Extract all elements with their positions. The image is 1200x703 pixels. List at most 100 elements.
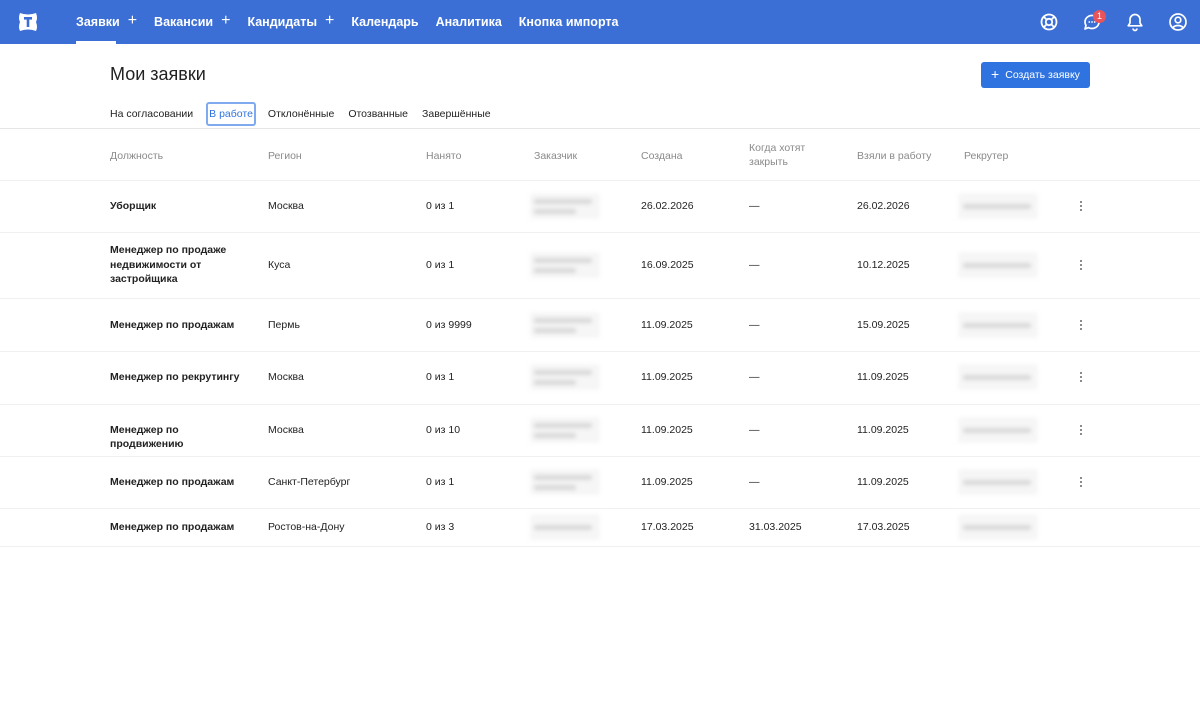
row-hired: 0 из 10 xyxy=(426,423,461,436)
row-customer-redacted xyxy=(530,417,600,443)
row-recruiter-redacted xyxy=(958,312,1038,338)
row-recruiter-redacted xyxy=(958,514,1038,540)
row-position: Менеджер по продажам xyxy=(110,475,235,488)
nav-item-calendar[interactable]: Календарь xyxy=(351,0,418,44)
add-candidate-icon[interactable]: + xyxy=(325,12,334,30)
row-more-actions-icon[interactable] xyxy=(1076,370,1086,384)
row-divider xyxy=(0,232,1200,233)
row-more-actions-icon[interactable] xyxy=(1076,258,1086,272)
row-created-date: 11.09.2025 xyxy=(641,318,693,331)
tab-pending-approval[interactable]: На согласовании xyxy=(110,105,193,123)
row-created-date: 26.02.2026 xyxy=(641,199,694,212)
column-header-close-date[interactable]: Когда хотят закрыть xyxy=(749,141,805,169)
row-region: Москва xyxy=(268,423,304,436)
app-logo-icon[interactable] xyxy=(16,10,40,34)
top-navigation-bar: Заявки + Вакансии + Кандидаты + Календар… xyxy=(0,0,1200,44)
plus-icon: + xyxy=(991,66,1000,82)
row-more-actions-icon[interactable] xyxy=(1076,199,1086,213)
row-divider xyxy=(0,546,1200,547)
row-more-actions-icon[interactable] xyxy=(1076,423,1086,437)
row-divider xyxy=(0,404,1200,405)
row-hired: 0 из 9999 xyxy=(426,318,472,331)
row-customer-redacted xyxy=(530,514,600,540)
row-close-date: — xyxy=(749,423,760,436)
row-position: Уборщик xyxy=(110,199,157,212)
tab-withdrawn[interactable]: Отозванные xyxy=(348,105,408,123)
row-recruiter-redacted xyxy=(958,193,1038,219)
status-tabs: На согласовании В работе Отклонённые Ото… xyxy=(110,100,505,128)
nav-item-label: Вакансии xyxy=(154,15,214,29)
user-profile-icon[interactable] xyxy=(1167,11,1189,33)
nav-item-label: Аналитика xyxy=(435,15,502,29)
tab-in-progress[interactable]: В работе xyxy=(206,102,256,126)
row-taken-date: 11.09.2025 xyxy=(857,475,909,488)
row-hired: 0 из 1 xyxy=(426,370,455,383)
notification-count-badge: 1 xyxy=(1093,10,1106,23)
row-created-date: 11.09.2025 xyxy=(641,475,693,488)
row-close-date: — xyxy=(749,318,760,331)
row-recruiter-redacted xyxy=(958,252,1038,278)
row-created-date: 17.03.2025 xyxy=(641,520,694,533)
row-taken-date: 11.09.2025 xyxy=(857,370,909,383)
row-position: Менеджер по продаже недвижимости от заст… xyxy=(110,244,227,286)
column-header-taken[interactable]: Взяли в работу xyxy=(857,149,931,163)
row-divider xyxy=(0,298,1200,299)
row-created-date: 16.09.2025 xyxy=(641,258,694,271)
row-created-date: 11.09.2025 xyxy=(641,370,693,383)
row-divider xyxy=(0,351,1200,352)
row-customer-redacted xyxy=(530,193,600,219)
row-region: Пермь xyxy=(268,318,300,331)
bell-icon[interactable] xyxy=(1124,11,1146,33)
column-header-hired[interactable]: Нанято xyxy=(426,149,461,163)
row-recruiter-redacted xyxy=(958,364,1038,390)
nav-item-label: Заявки xyxy=(76,15,120,29)
nav-item-label: Кандидаты xyxy=(247,15,318,29)
add-request-icon[interactable]: + xyxy=(128,12,137,30)
row-customer-redacted xyxy=(530,364,600,390)
tab-rejected[interactable]: Отклонённые xyxy=(268,105,334,123)
column-header-customer[interactable]: Заказчик xyxy=(534,149,577,163)
row-region: Москва xyxy=(268,370,304,383)
nav-item-requests[interactable]: Заявки + xyxy=(76,0,137,44)
row-recruiter-redacted xyxy=(958,417,1038,443)
create-request-label: Создать заявку xyxy=(1005,69,1080,81)
row-position: Менеджер по продажам xyxy=(110,520,235,533)
column-header-close-line1: Когда хотят xyxy=(749,142,806,154)
tabs-divider xyxy=(0,128,1200,129)
tab-completed[interactable]: Завершённые xyxy=(422,105,491,123)
row-hired: 0 из 1 xyxy=(426,475,455,488)
column-header-recruiter[interactable]: Рекрутер xyxy=(964,149,1008,163)
row-more-actions-icon[interactable] xyxy=(1076,475,1086,489)
row-taken-date: 26.02.2026 xyxy=(857,199,910,212)
row-recruiter-redacted xyxy=(958,469,1038,495)
row-region: Ростов-на-Дону xyxy=(268,520,345,533)
help-lifebuoy-icon[interactable] xyxy=(1038,11,1060,33)
row-region: Куса xyxy=(268,258,291,271)
row-divider xyxy=(0,508,1200,509)
nav-item-vacancies[interactable]: Вакансии + xyxy=(154,0,230,44)
nav-item-analytics[interactable]: Аналитика xyxy=(436,0,502,44)
column-header-region[interactable]: Регион xyxy=(268,149,302,163)
row-taken-date: 10.12.2025 xyxy=(857,258,910,271)
row-divider xyxy=(0,456,1200,457)
row-more-actions-icon[interactable] xyxy=(1076,318,1086,332)
row-customer-redacted xyxy=(530,252,600,278)
row-position: Менеджер по продвижению xyxy=(110,423,184,451)
row-region: Москва xyxy=(268,199,304,212)
row-customer-redacted xyxy=(530,312,600,338)
nav-item-candidates[interactable]: Кандидаты + xyxy=(247,0,334,44)
add-vacancy-icon[interactable]: + xyxy=(221,12,230,30)
create-request-button[interactable]: + Создать заявку xyxy=(981,62,1090,88)
column-header-created[interactable]: Создана xyxy=(641,149,683,163)
row-hired: 0 из 1 xyxy=(426,258,455,271)
nav-item-import-button[interactable]: Кнопка импорта xyxy=(519,0,619,44)
row-close-date: — xyxy=(749,199,760,212)
row-close-date: 31.03.2025 xyxy=(749,520,802,533)
row-region: Санкт-Петербург xyxy=(268,475,351,488)
column-header-position[interactable]: Должность xyxy=(110,149,163,163)
column-header-close-line2: закрыть xyxy=(749,156,788,168)
row-position: Менеджер по продажам xyxy=(110,318,235,331)
row-divider xyxy=(0,180,1200,181)
row-close-date: — xyxy=(749,258,760,271)
nav-item-label: Календарь xyxy=(351,15,419,29)
